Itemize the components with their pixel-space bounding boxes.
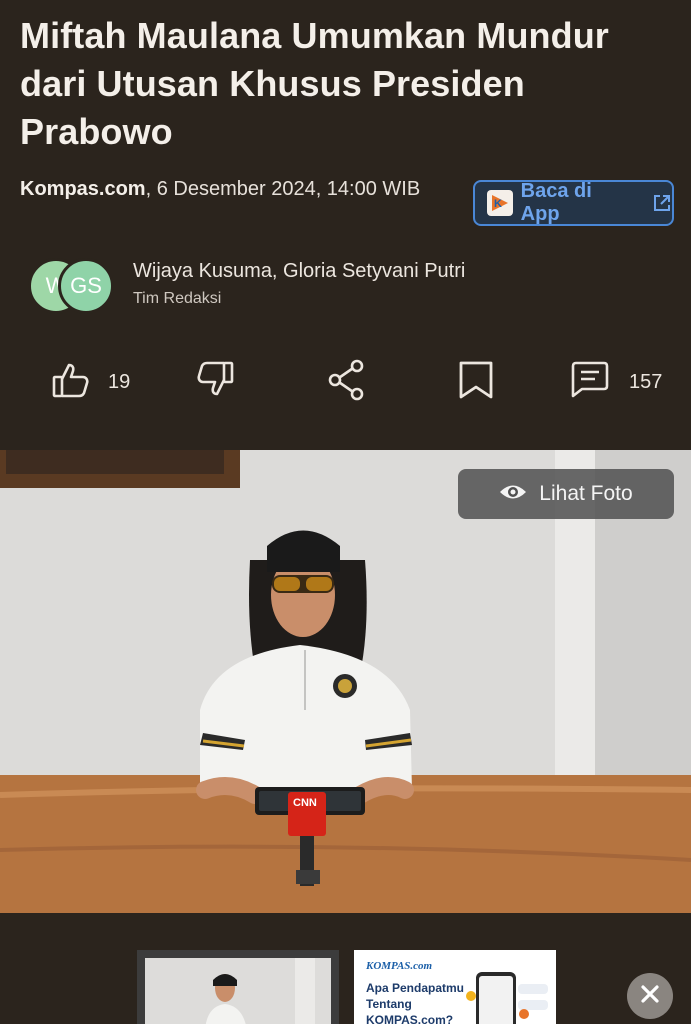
close-ad-button[interactable] — [627, 973, 673, 1019]
related-strip — [0, 913, 691, 1024]
open-in-app-button[interactable]: K Baca di App — [473, 180, 674, 226]
comment-button[interactable]: 157 — [569, 360, 662, 404]
kompas-app-icon: K — [487, 190, 513, 216]
thumbs-up-icon — [50, 360, 92, 405]
advertisement-banner[interactable]: KOMPAS.com Apa Pendapatmu Tentang KOMPAS… — [354, 950, 556, 1024]
author-avatar-gs[interactable]: GS — [58, 258, 114, 314]
eye-icon — [499, 483, 527, 506]
like-count: 19 — [108, 370, 131, 393]
author-block: W GS Wijaya Kusuma, Gloria Setyvani Putr… — [28, 256, 628, 316]
photo-illustration: CNN — [0, 450, 691, 913]
thumbs-down-icon — [192, 359, 236, 406]
comment-count: 157 — [629, 370, 663, 393]
external-link-icon — [652, 193, 672, 213]
ad-brand: KOMPAS.com — [366, 960, 433, 972]
svg-text:K: K — [494, 198, 502, 210]
author-names[interactable]: Wijaya Kusuma, Gloria Setyvani Putri — [133, 260, 465, 283]
view-photo-label: Lihat Foto — [539, 482, 633, 505]
close-icon — [640, 984, 660, 1009]
svg-text:CNN: CNN — [293, 797, 317, 809]
open-in-app-label: Baca di App — [520, 180, 592, 225]
related-thumbnail[interactable] — [137, 950, 339, 1024]
share-icon — [326, 358, 368, 407]
article-source[interactable]: Kompas.com — [20, 178, 146, 200]
view-photo-button[interactable]: Lihat Foto — [458, 469, 674, 519]
comment-icon — [569, 360, 611, 405]
thumbnail-image — [145, 958, 331, 1024]
bookmark-icon — [456, 359, 496, 406]
dislike-button[interactable] — [192, 360, 236, 404]
ad-phone-illustration — [466, 972, 548, 1024]
author-team: Tim Redaksi — [133, 290, 222, 307]
article-date: , 6 Desember 2024, 14:00 WIB — [145, 178, 421, 200]
article-photo[interactable]: CNN — [0, 450, 691, 913]
share-button[interactable] — [326, 358, 368, 407]
article-title: Miftah Maulana Umumkan Mundur dari Utusa… — [20, 15, 609, 152]
ad-question: Apa Pendapatmu Tentang KOMPAS.com? — [366, 981, 465, 1024]
article-meta: Kompas.com, 6 Desember 2024, 14:00 WIB — [20, 175, 440, 203]
bookmark-button[interactable] — [456, 360, 496, 404]
like-button[interactable]: 19 — [50, 360, 130, 404]
